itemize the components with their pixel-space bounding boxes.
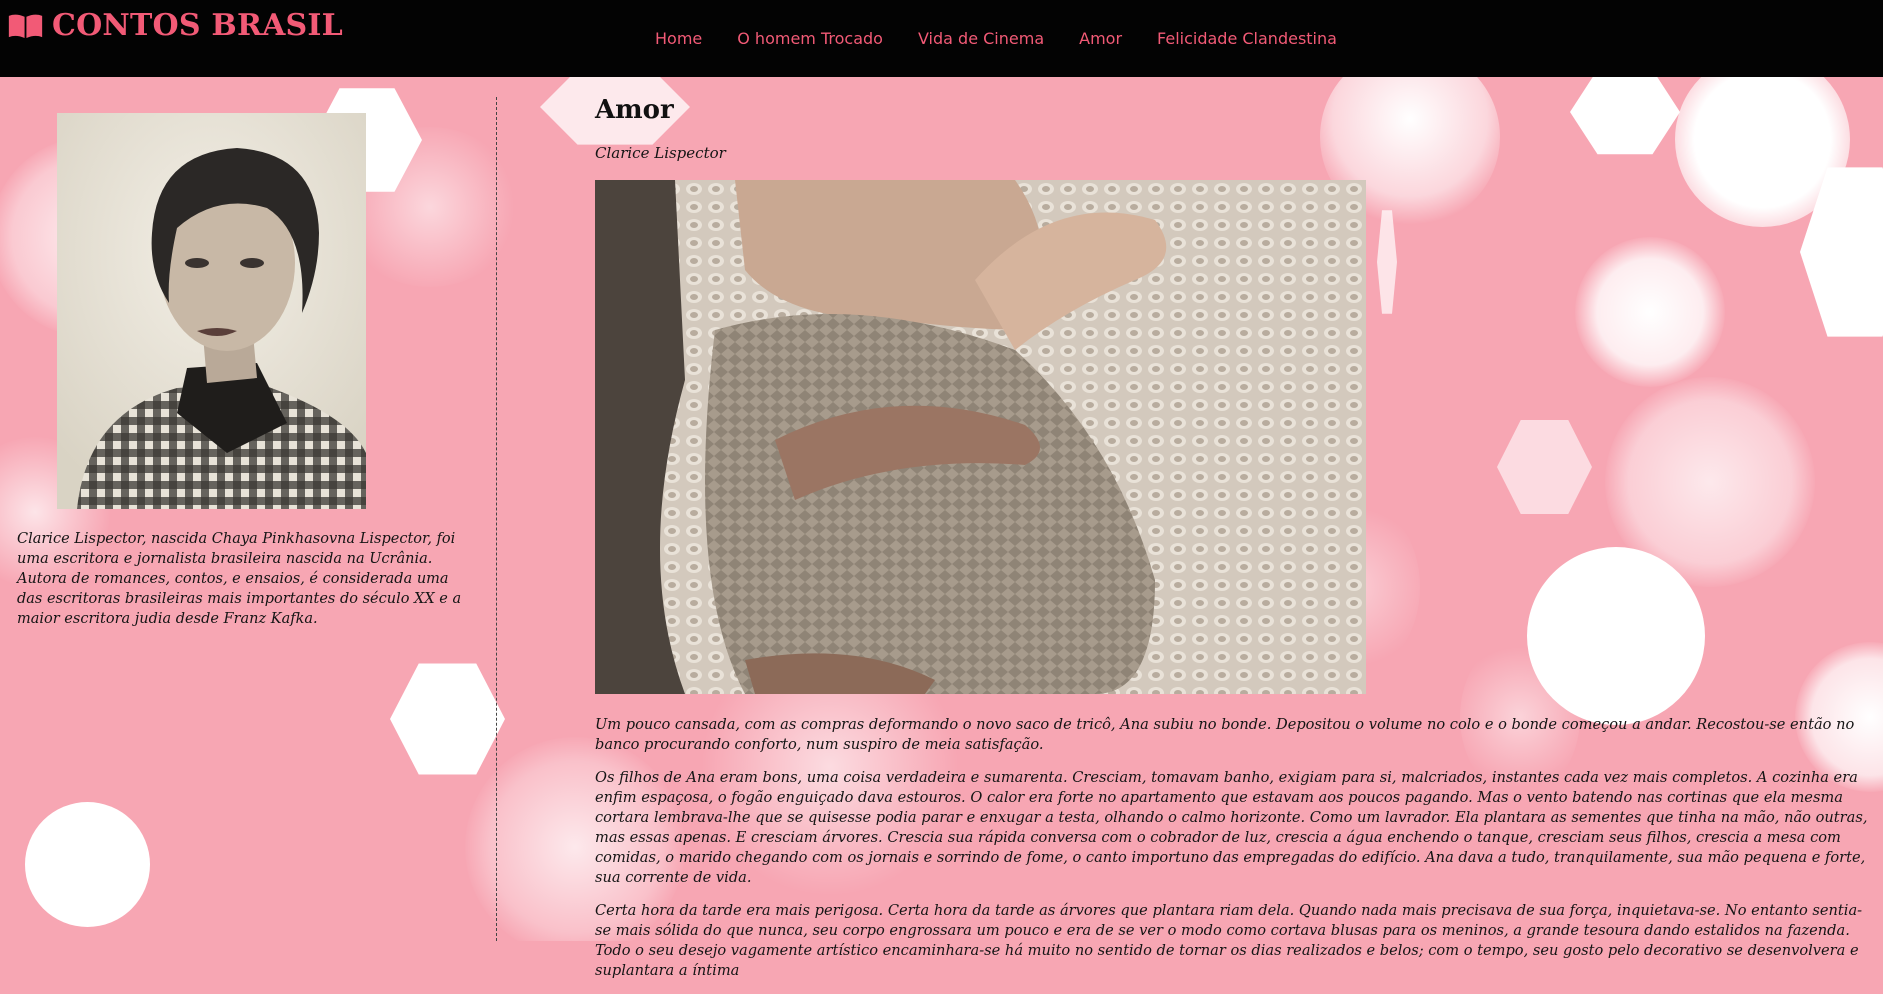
page-title: Amor: [595, 95, 674, 125]
column-divider: [496, 97, 497, 941]
main-nav: Home O homem Trocado Vida de Cinema Amor…: [655, 29, 1372, 48]
story-author: Clarice Lispector: [595, 144, 726, 162]
story-text: Um pouco cansada, com as compras deforma…: [595, 715, 1870, 994]
story-paragraph: Certa hora da tarde era mais perigosa. C…: [595, 902, 1863, 979]
nav-link-amor[interactable]: Amor: [1079, 29, 1122, 48]
author-portrait: [57, 113, 366, 509]
author-portrait-image: [57, 113, 366, 509]
story-paragraph: Os filhos de Ana eram bons, uma coisa ve…: [595, 769, 1868, 886]
mother-holding-baby-photo: [595, 180, 1366, 694]
nav-link-felicidade-clandestina[interactable]: Felicidade Clandestina: [1157, 29, 1337, 48]
brand-logo[interactable]: CONTOS BRASIL: [7, 8, 343, 43]
nav-link-home[interactable]: Home: [655, 29, 702, 48]
story-hero-image: [595, 180, 1366, 694]
nav-link-vida-de-cinema[interactable]: Vida de Cinema: [918, 29, 1044, 48]
story-content: Amor Clarice Lispector Um pouco cansada,…: [595, 77, 1875, 979]
author-bio: Clarice Lispector, nascida Chaya Pinkhas…: [17, 531, 462, 627]
site-title: CONTOS BRASIL: [52, 8, 343, 43]
top-navigation-bar: CONTOS BRASIL Home O homem Trocado Vida …: [0, 0, 1883, 77]
book-icon: [8, 14, 43, 38]
nav-link-o-homem-trocado[interactable]: O homem Trocado: [737, 29, 883, 48]
story-paragraph: Um pouco cansada, com as compras deforma…: [595, 716, 1855, 753]
author-sidebar: Clarice Lispector, nascida Chaya Pinkhas…: [0, 77, 496, 941]
